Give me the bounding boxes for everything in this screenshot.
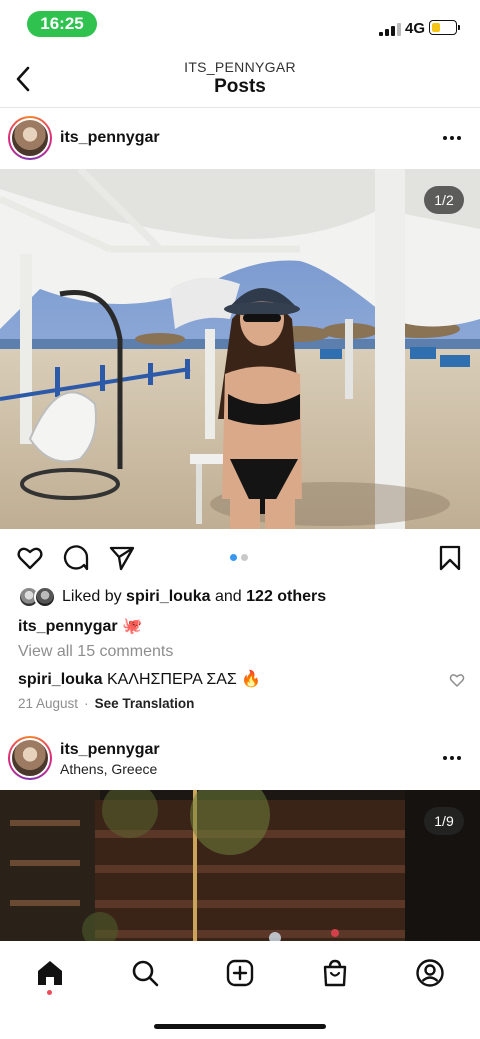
comment: spiri_louka ΚΑΛΗΣΠΕΡΑ ΣΑΣ 🔥 xyxy=(18,669,261,689)
home-icon[interactable] xyxy=(35,958,65,988)
post-location[interactable]: Athens, Greece xyxy=(60,761,157,777)
post-actions xyxy=(0,540,480,576)
more-options-button[interactable] xyxy=(440,748,464,768)
search-icon[interactable] xyxy=(130,958,160,988)
avatar[interactable] xyxy=(8,116,52,160)
post-username[interactable]: its_pennygar xyxy=(60,741,160,759)
carousel-dot-active xyxy=(230,554,237,561)
post-photo[interactable]: 1/2 xyxy=(0,169,480,529)
battery-icon xyxy=(429,20,457,35)
post-date: 21 August xyxy=(18,696,79,711)
network-label: 4G xyxy=(405,20,426,37)
post-photo[interactable]: 1/9 xyxy=(0,790,480,941)
avatar[interactable] xyxy=(8,736,52,780)
liker-username[interactable]: spiri_louka xyxy=(126,588,210,605)
post-meta: 21 August · See Translation xyxy=(18,696,194,711)
caption-username[interactable]: its_pennygar xyxy=(18,618,118,635)
photo-counter: 1/9 xyxy=(424,807,464,835)
page-header: ITS_PENNYGAR Posts xyxy=(0,50,480,108)
bookmark-icon[interactable] xyxy=(436,544,464,572)
share-icon[interactable] xyxy=(108,544,136,572)
likes-text: Liked by spiri_louka and 122 others xyxy=(62,588,326,606)
profile-handle: ITS_PENNYGAR xyxy=(184,59,296,75)
more-options-button[interactable] xyxy=(440,128,464,148)
likes-conj: and xyxy=(214,588,242,605)
page-title: Posts xyxy=(214,76,266,97)
caption-text: 🐙 xyxy=(122,618,142,635)
signal-icon xyxy=(379,22,401,36)
beach-photo xyxy=(0,169,480,529)
likes-row[interactable]: Liked by spiri_louka and 122 others xyxy=(18,585,326,609)
meta-separator: · xyxy=(84,696,89,711)
view-comments-link[interactable]: View all 15 comments xyxy=(18,643,173,661)
post-header: its_pennygar xyxy=(0,108,480,168)
post-caption: its_pennygar 🐙 xyxy=(18,616,142,636)
post-username[interactable]: its_pennygar xyxy=(60,129,160,147)
night-building-photo xyxy=(0,790,480,941)
comment-heart-icon[interactable] xyxy=(449,672,465,688)
post-header: its_pennygar Athens, Greece xyxy=(0,728,480,790)
liker-avatar xyxy=(34,586,56,608)
shop-icon[interactable] xyxy=(320,958,350,988)
likes-others[interactable]: 122 others xyxy=(246,588,326,605)
comment-icon[interactable] xyxy=(62,544,90,572)
profile-icon[interactable] xyxy=(415,958,445,988)
battery-level xyxy=(431,22,440,32)
carousel-dots xyxy=(230,554,248,561)
home-indicator[interactable] xyxy=(154,1024,326,1029)
carousel-dot xyxy=(241,554,248,561)
battery-cap xyxy=(458,25,460,30)
status-time: 16:25 xyxy=(27,11,97,37)
comment-username[interactable]: spiri_louka xyxy=(18,671,102,688)
notification-dot xyxy=(47,990,52,995)
status-bar: 16:25 4G xyxy=(0,0,480,50)
bottom-nav xyxy=(0,941,480,1039)
see-translation-link[interactable]: See Translation xyxy=(95,696,195,711)
comment-text: ΚΑΛΗΣΠΕΡΑ ΣΑΣ 🔥 xyxy=(106,671,262,688)
likes-prefix: Liked by xyxy=(62,588,122,605)
new-post-icon[interactable] xyxy=(225,958,255,988)
photo-counter: 1/2 xyxy=(424,186,464,214)
heart-icon[interactable] xyxy=(16,544,44,572)
